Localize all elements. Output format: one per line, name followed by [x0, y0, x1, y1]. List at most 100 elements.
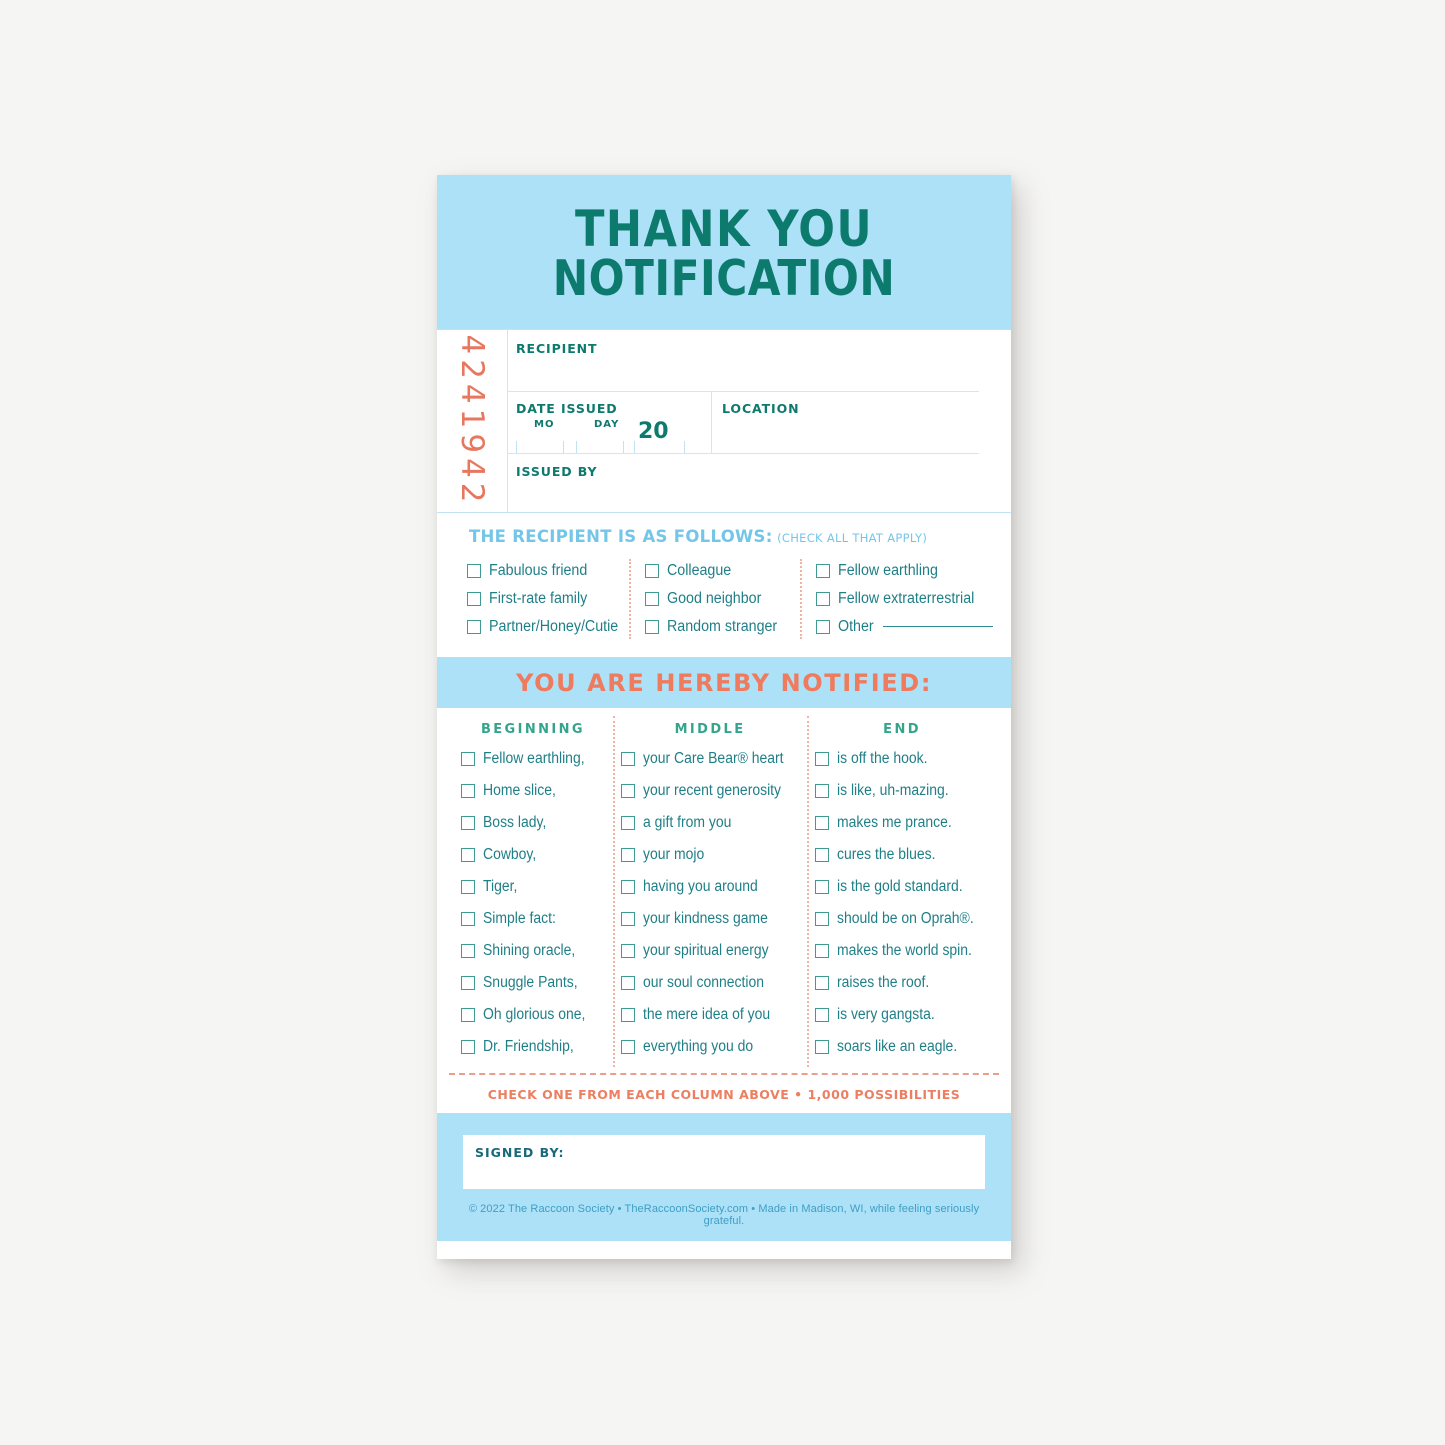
list-item[interactable]: the mere idea of you	[620, 999, 799, 1031]
checkbox-icon[interactable]	[461, 880, 475, 894]
location-label: LOCATION	[722, 401, 800, 416]
checkbox-icon[interactable]	[461, 848, 475, 862]
list-item[interactable]: Boss lady,	[461, 807, 605, 839]
checkbox-icon[interactable]	[620, 848, 635, 862]
list-item[interactable]: Home slice,	[461, 775, 605, 807]
instruction-note: CHECK ONE FROM EACH COLUMN ABOVE • 1,000…	[437, 1075, 1011, 1113]
checkbox-icon[interactable]	[645, 564, 659, 578]
checkbox-icon[interactable]	[461, 944, 475, 958]
date-issued-field[interactable]: DATE ISSUED MO DAY 20	[508, 392, 712, 453]
list-item[interactable]: Random stranger	[645, 613, 800, 641]
list-item[interactable]: Fellow earthling,	[461, 743, 605, 775]
checkbox-icon[interactable]	[815, 976, 830, 990]
list-item[interactable]: Fellow earthling	[816, 557, 993, 585]
list-item[interactable]: cures the blues.	[815, 839, 989, 871]
checkbox-icon[interactable]	[815, 848, 830, 862]
list-item[interactable]: is like, uh-mazing.	[815, 775, 989, 807]
list-item[interactable]: having you around	[620, 871, 799, 903]
list-item[interactable]: should be on Oprah®.	[815, 903, 989, 935]
list-item[interactable]: raises the roof.	[815, 967, 989, 999]
recipient-label: RECIPIENT	[516, 341, 598, 356]
date-tick	[623, 441, 624, 453]
checkbox-icon[interactable]	[815, 816, 830, 830]
other-write-in-line[interactable]	[883, 625, 993, 627]
list-item[interactable]: our soul connection	[620, 967, 799, 999]
checkbox-icon[interactable]	[815, 752, 830, 766]
location-field[interactable]: LOCATION	[712, 392, 979, 453]
list-item[interactable]: Colleague	[645, 557, 800, 585]
list-item[interactable]: your spiritual energy	[620, 935, 799, 967]
signed-by-label: SIGNED BY:	[475, 1145, 565, 1160]
list-item[interactable]: a gift from you	[620, 807, 799, 839]
checkbox-icon[interactable]	[815, 1008, 830, 1022]
list-item[interactable]: makes the world spin.	[815, 935, 989, 967]
list-item[interactable]: soars like an eagle.	[815, 1031, 989, 1063]
year-prefix: 20	[638, 419, 669, 444]
checkbox-icon[interactable]	[620, 1040, 635, 1054]
recipient-columns: Fabulous friend First-rate family Partne…	[437, 557, 1011, 641]
checkbox-icon[interactable]	[816, 620, 831, 634]
list-item[interactable]: your kindness game	[620, 903, 799, 935]
list-item[interactable]: Dr. Friendship,	[461, 1031, 605, 1063]
list-item[interactable]: Snuggle Pants,	[461, 967, 605, 999]
issued-by-field[interactable]: ISSUED BY	[508, 454, 979, 512]
checkbox-icon[interactable]	[467, 592, 481, 606]
list-item[interactable]: is very gangsta.	[815, 999, 989, 1031]
list-item-label: Home slice,	[483, 782, 556, 799]
checkbox-icon[interactable]	[620, 816, 635, 830]
list-item[interactable]: First-rate family	[467, 585, 629, 613]
checkbox-icon[interactable]	[461, 784, 475, 798]
checkbox-icon[interactable]	[461, 976, 475, 990]
checkbox-icon[interactable]	[620, 752, 635, 766]
checkbox-icon[interactable]	[461, 1040, 475, 1054]
checkbox-icon[interactable]	[816, 592, 831, 606]
checkbox-icon[interactable]	[620, 784, 635, 798]
list-item-label: soars like an eagle.	[837, 1038, 958, 1055]
list-item[interactable]: is the gold standard.	[815, 871, 989, 903]
list-item[interactable]: Fabulous friend	[467, 557, 629, 585]
list-item-label: Snuggle Pants,	[483, 974, 578, 991]
recipient-field[interactable]: RECIPIENT	[508, 330, 979, 392]
checkbox-icon[interactable]	[815, 912, 830, 926]
list-item[interactable]: Shining oracle,	[461, 935, 605, 967]
list-item[interactable]: Simple fact:	[461, 903, 605, 935]
checkbox-icon[interactable]	[467, 564, 481, 578]
checkbox-icon[interactable]	[461, 816, 475, 830]
checkbox-icon[interactable]	[620, 880, 635, 894]
checkbox-icon[interactable]	[645, 592, 659, 606]
list-item-other[interactable]: Other	[816, 613, 993, 641]
checkbox-icon[interactable]	[620, 912, 635, 926]
list-item[interactable]: Tiger,	[461, 871, 605, 903]
signed-by-field[interactable]: SIGNED BY:	[463, 1135, 985, 1189]
checkbox-icon[interactable]	[461, 912, 475, 926]
list-item[interactable]: your mojo	[620, 839, 799, 871]
list-item[interactable]: your Care Bear® heart	[620, 743, 799, 775]
checkbox-icon[interactable]	[815, 880, 830, 894]
list-item-label: should be on Oprah®.	[837, 910, 974, 927]
list-item[interactable]: Oh glorious one,	[461, 999, 605, 1031]
checkbox-icon[interactable]	[815, 944, 830, 958]
checkbox-icon[interactable]	[620, 976, 635, 990]
list-item-label: makes me prance.	[837, 814, 952, 831]
checkbox-icon[interactable]	[815, 784, 830, 798]
list-item[interactable]: Fellow extraterrestrial	[816, 585, 993, 613]
list-item[interactable]: your recent generosity	[620, 775, 799, 807]
checkbox-icon[interactable]	[815, 1040, 830, 1054]
list-item-label: Fellow earthling,	[483, 750, 585, 767]
list-item[interactable]: Good neighbor	[645, 585, 800, 613]
list-item[interactable]: Partner/Honey/Cutie	[467, 613, 629, 641]
list-item[interactable]: everything you do	[620, 1031, 799, 1063]
list-item[interactable]: is off the hook.	[815, 743, 989, 775]
issued-by-label: ISSUED BY	[516, 464, 598, 479]
checkbox-icon[interactable]	[467, 620, 481, 634]
checkbox-icon[interactable]	[620, 944, 635, 958]
checkbox-icon[interactable]	[816, 564, 831, 578]
checkbox-icon[interactable]	[461, 752, 475, 766]
checkbox-icon[interactable]	[645, 620, 659, 634]
list-item-label: makes the world spin.	[837, 942, 973, 959]
list-item[interactable]: makes me prance.	[815, 807, 989, 839]
date-issued-label: DATE ISSUED	[516, 401, 618, 416]
checkbox-icon[interactable]	[620, 1008, 635, 1022]
checkbox-icon[interactable]	[461, 1008, 475, 1022]
list-item[interactable]: Cowboy,	[461, 839, 605, 871]
